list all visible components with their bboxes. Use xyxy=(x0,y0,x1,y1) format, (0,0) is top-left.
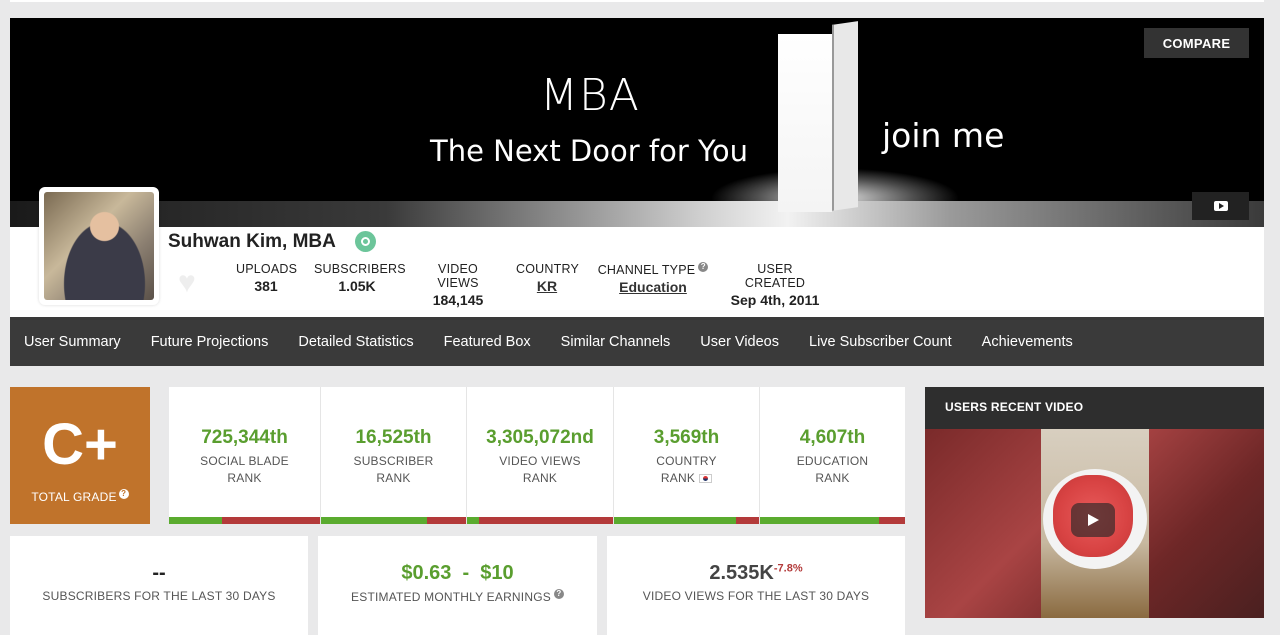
rank-label-2: RANK xyxy=(376,471,411,485)
channel-type-link[interactable]: Education xyxy=(594,279,712,295)
compare-button[interactable]: COMPARE xyxy=(1144,28,1249,58)
rank-bar xyxy=(467,517,613,524)
video-views-30-days-card: 2.535K-7.8% VIDEO VIEWS FOR THE LAST 30 … xyxy=(607,536,905,635)
recent-video-thumbnail[interactable] xyxy=(925,429,1264,618)
nav-detailed-statistics[interactable]: Detailed Statistics xyxy=(298,334,413,350)
avatar-image xyxy=(44,192,154,300)
earnings-label: ESTIMATED MONTHLY EARNINGS xyxy=(351,590,551,604)
verified-icon xyxy=(355,231,376,252)
rank-subscriber: 16,525th SUBSCRIBER RANK xyxy=(321,387,467,524)
video-views-delta: -7.8% xyxy=(773,562,803,575)
banner-door xyxy=(778,34,832,212)
country-link[interactable]: KR xyxy=(516,278,578,294)
stat-user-created-value: Sep 4th, 2011 xyxy=(730,292,820,308)
nav-featured-box[interactable]: Featured Box xyxy=(444,334,531,350)
youtube-link-button[interactable] xyxy=(1192,192,1249,220)
video-views-30-days-value: 2.535K xyxy=(709,562,774,584)
rank-value: 16,525th xyxy=(355,427,432,448)
earnings-card: $0.63 - $10 ESTIMATED MONTHLY EARNINGS? xyxy=(318,536,597,635)
earnings-help-icon[interactable]: ? xyxy=(553,589,564,599)
rank-bar xyxy=(321,517,466,524)
stat-user-created-label: USER CREATED xyxy=(744,262,806,290)
stat-subscribers-value: 1.05K xyxy=(338,278,376,294)
grade-help-icon[interactable]: ? xyxy=(118,489,129,499)
banner-line-1: MBA xyxy=(540,70,640,121)
rank-country: 3,569th COUNTRY RANK xyxy=(614,387,760,524)
rank-label-1: VIDEO VIEWS xyxy=(499,454,581,468)
rank-value: 3,569th xyxy=(653,427,720,448)
banner-line-2: The Next Door for You xyxy=(430,134,748,168)
stat-country-label: COUNTRY xyxy=(516,262,579,276)
rank-label-1: SUBSCRIBER xyxy=(353,454,434,468)
rank-cards: 725,344th SOCIAL BLADE RANK 16,525th SUBS… xyxy=(169,387,905,524)
nav-future-projections[interactable]: Future Projections xyxy=(151,334,269,350)
banner-floor xyxy=(10,201,1264,227)
recent-video-panel: USERS RECENT VIDEO xyxy=(925,387,1264,618)
rank-label-1: SOCIAL BLADE xyxy=(200,454,289,468)
nav-achievements[interactable]: Achievements xyxy=(982,334,1073,350)
rank-bar xyxy=(169,517,320,524)
rank-social-blade: 725,344th SOCIAL BLADE RANK xyxy=(169,387,321,524)
rank-label-1: COUNTRY xyxy=(656,454,717,468)
rank-label-1: EDUCATION xyxy=(796,454,869,468)
rank-label-2: RANK xyxy=(660,471,696,485)
top-strip xyxy=(0,0,1280,18)
channel-name: Suhwan Kim, MBA xyxy=(168,231,336,252)
rank-video-views: 3,305,072nd VIDEO VIEWS RANK xyxy=(467,387,614,524)
recent-video-title: USERS RECENT VIDEO xyxy=(945,400,1084,414)
rank-value: 725,344th xyxy=(201,427,288,448)
stat-video-views-label: VIDEO VIEWS xyxy=(437,262,479,290)
nav-live-subscriber-count[interactable]: Live Subscriber Count xyxy=(809,334,952,350)
subscribers-30-days-label: SUBSCRIBERS FOR THE LAST 30 DAYS xyxy=(42,589,276,603)
total-grade-label: TOTAL GRADE xyxy=(31,490,117,504)
stat-country: COUNTRY KR xyxy=(516,262,579,294)
korea-flag-icon xyxy=(699,474,713,483)
subscribers-30-days-card: -- SUBSCRIBERS FOR THE LAST 30 DAYS xyxy=(10,536,308,635)
rank-bar xyxy=(614,517,759,524)
rank-bar xyxy=(760,517,905,524)
video-views-30-days-label: VIDEO VIEWS FOR THE LAST 30 DAYS xyxy=(642,589,870,603)
stat-uploads: UPLOADS 381 xyxy=(236,262,298,294)
channel-banner: MBA The Next Door for You join me xyxy=(10,18,1264,227)
stat-uploads-label: UPLOADS xyxy=(236,262,298,276)
youtube-icon xyxy=(1213,201,1228,211)
rank-value: 4,607th xyxy=(799,427,866,448)
play-icon[interactable] xyxy=(1071,503,1115,537)
channel-nav: User Summary Future Projections Detailed… xyxy=(10,317,1264,366)
stat-video-views: VIDEO VIEWS 184,145 xyxy=(417,262,499,308)
stat-video-views-value: 184,145 xyxy=(432,292,484,308)
avatar xyxy=(39,187,159,305)
rank-label-2: RANK xyxy=(522,471,558,485)
nav-user-videos[interactable]: User Videos xyxy=(700,334,779,350)
banner-door-panel xyxy=(832,21,858,211)
stat-subscribers: SUBSCRIBERS 1.05K xyxy=(314,262,406,294)
rank-education: 4,607th EDUCATION RANK xyxy=(760,387,905,524)
total-grade-card: C+ TOTAL GRADE? xyxy=(10,387,150,524)
rank-value: 3,305,072nd xyxy=(486,427,594,448)
banner-line-3: join me xyxy=(882,116,1005,155)
stat-user-created: USER CREATED Sep 4th, 2011 xyxy=(728,262,822,308)
earnings-value: $0.63 - $10 xyxy=(401,562,514,584)
total-grade-value: C+ xyxy=(42,412,118,477)
rank-label-2: RANK xyxy=(815,471,850,485)
heart-icon[interactable]: ♥ xyxy=(178,268,196,298)
stat-channel-type: CHANNEL TYPE? Education xyxy=(594,262,712,295)
rank-label-2: RANK xyxy=(227,471,262,485)
nav-similar-channels[interactable]: Similar Channels xyxy=(561,334,671,350)
stat-uploads-value: 381 xyxy=(254,278,278,294)
stat-subscribers-label: SUBSCRIBERS xyxy=(314,262,406,276)
subscribers-30-days-value: -- xyxy=(152,562,166,584)
help-icon[interactable]: ? xyxy=(698,262,709,272)
nav-user-summary[interactable]: User Summary xyxy=(24,334,121,350)
stat-channel-type-label: CHANNEL TYPE xyxy=(597,263,696,278)
